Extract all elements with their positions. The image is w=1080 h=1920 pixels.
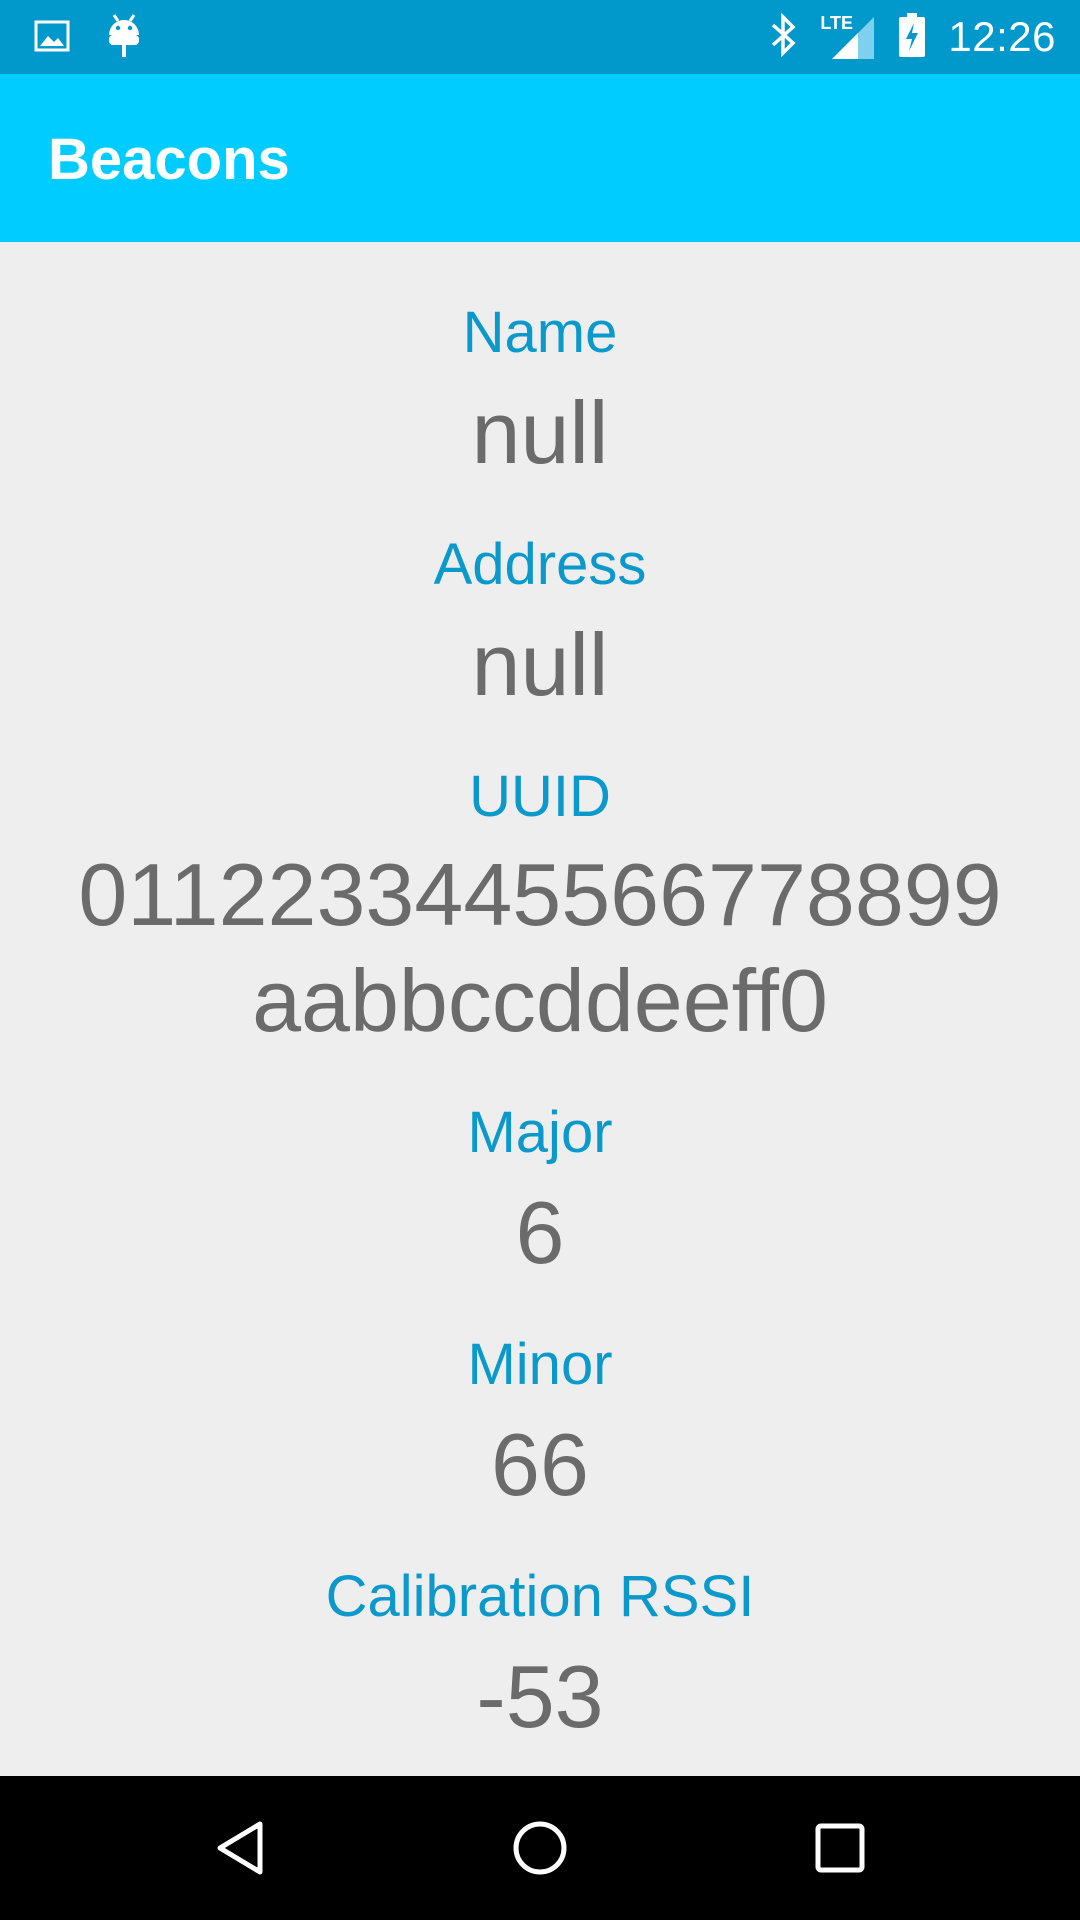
image-icon xyxy=(34,20,70,57)
app-bar: Beacons xyxy=(0,74,1080,242)
calibration-rssi-value: -53 xyxy=(476,1647,604,1746)
home-icon xyxy=(513,1821,567,1875)
android-icon xyxy=(106,13,142,64)
status-time: 12:26 xyxy=(948,13,1056,60)
recents-icon xyxy=(815,1823,865,1873)
status-bar: LTE 12:26 xyxy=(0,0,1080,74)
network-type-label: LTE xyxy=(820,13,854,33)
bluetooth-icon xyxy=(770,12,798,62)
beacon-details: Name null Address null UUID 011223344556… xyxy=(0,242,1080,1776)
back-button[interactable] xyxy=(190,1798,290,1898)
home-button[interactable] xyxy=(490,1798,590,1898)
major-value: 6 xyxy=(515,1183,565,1282)
name-label: Name xyxy=(462,300,618,365)
name-value: null xyxy=(471,383,609,482)
uuid-label: UUID xyxy=(469,764,611,829)
uuid-value-line2: aabbccddeeff0 xyxy=(252,951,828,1050)
app-title: Beacons xyxy=(48,127,290,192)
address-label: Address xyxy=(433,532,647,597)
major-label: Major xyxy=(467,1100,613,1165)
navigation-bar xyxy=(0,1776,1080,1920)
minor-label: Minor xyxy=(467,1332,613,1397)
back-icon xyxy=(217,1821,263,1875)
uuid-value-line1: 0112233445566778899 xyxy=(78,845,1002,944)
battery-charging-icon xyxy=(898,12,926,63)
address-value: null xyxy=(471,615,609,714)
minor-value: 66 xyxy=(491,1415,589,1514)
calibration-rssi-label: Calibration RSSI xyxy=(325,1564,755,1629)
lte-signal-icon: LTE xyxy=(820,13,876,61)
status-indicators: LTE 12:26 xyxy=(770,0,1056,74)
status-notifications xyxy=(34,13,142,60)
recents-button[interactable] xyxy=(790,1798,890,1898)
